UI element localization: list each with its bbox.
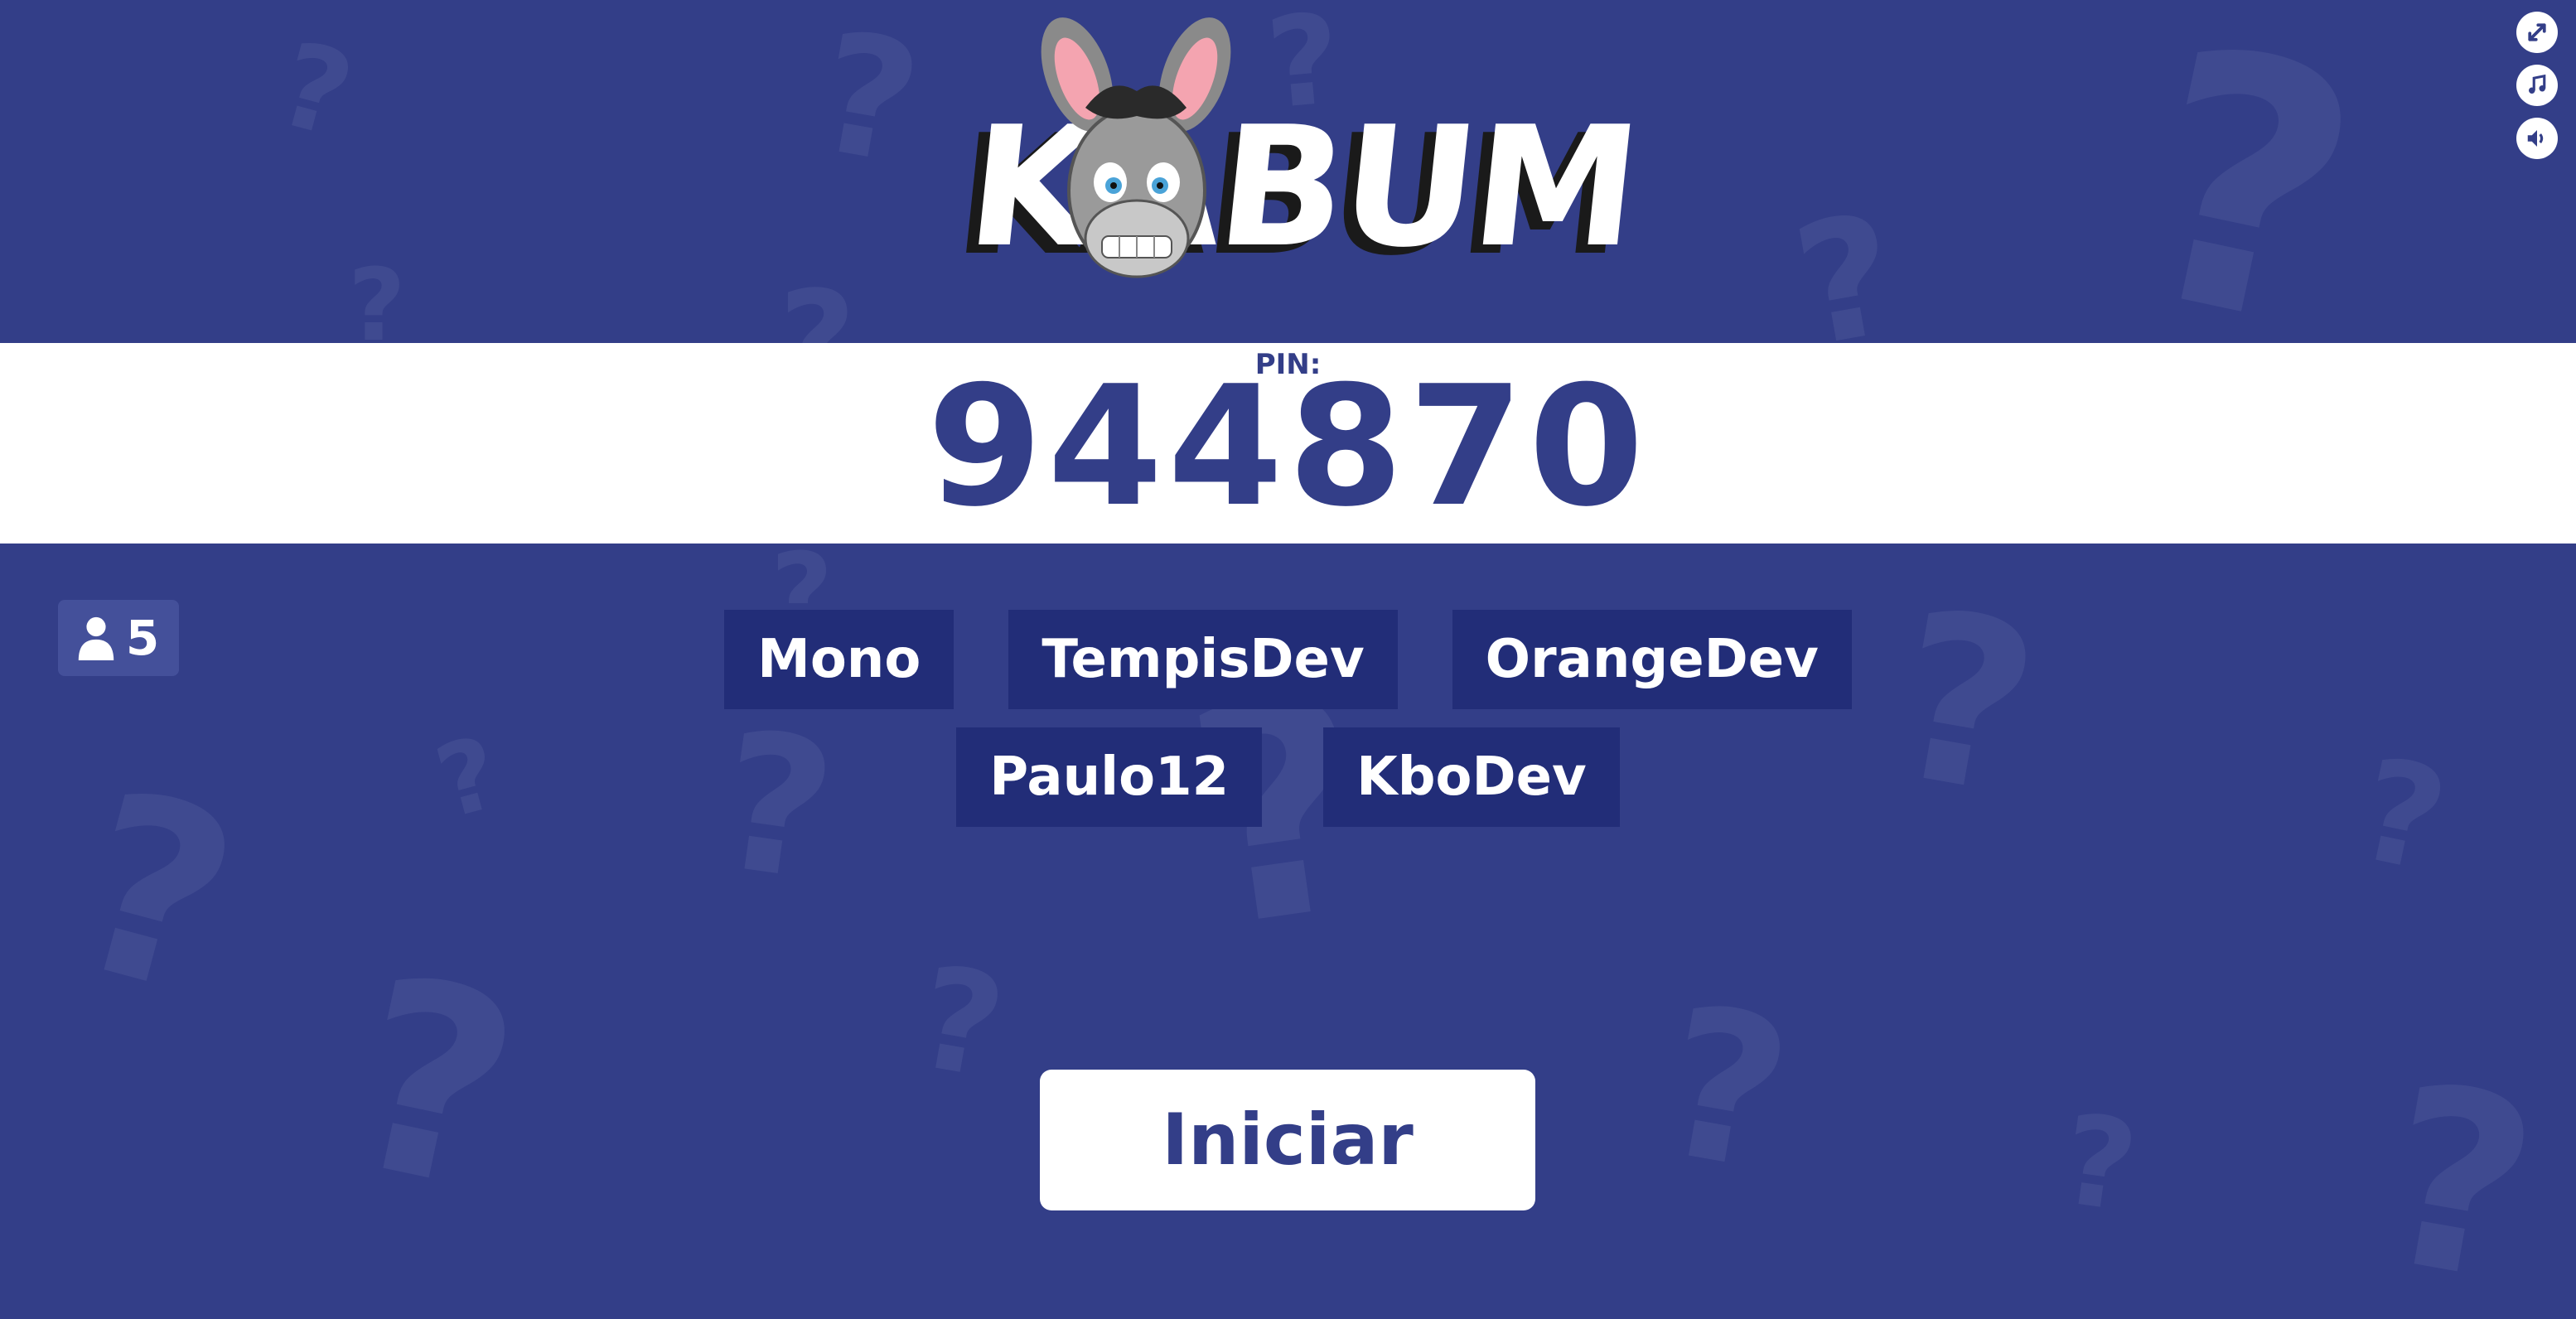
- question-mark-decoration: ?: [2362, 1029, 2555, 1319]
- app-logo: KABUM: [953, 17, 1646, 290]
- volume-button[interactable]: [2516, 118, 2558, 159]
- player-list: Mono TempisDev OrangeDev Paulo12 KboDev: [0, 610, 2576, 827]
- music-icon: [2529, 74, 2546, 94]
- question-mark-decoration: ?: [1645, 959, 1806, 1219]
- question-mark-decoration: ?: [2105, 0, 2388, 409]
- question-mark-decoration: ?: [326, 918, 541, 1253]
- player-tag: KboDev: [1323, 727, 1620, 827]
- player-tag: Paulo12: [956, 727, 1263, 827]
- pin-banner: PIN: 944870: [0, 343, 2576, 544]
- player-row: Paulo12 KboDev: [956, 727, 1620, 827]
- player-row: Mono TempisDev OrangeDev: [724, 610, 1852, 709]
- question-mark-decoration: ?: [804, 0, 933, 203]
- player-tag: TempisDev: [1008, 610, 1398, 709]
- player-tag: OrangeDev: [1452, 610, 1852, 709]
- window-controls: [2516, 12, 2558, 159]
- donkey-mascot-icon: [1041, 17, 1231, 278]
- player-tag: Mono: [724, 610, 955, 709]
- question-mark-decoration: ?: [906, 935, 1016, 1112]
- question-mark-decoration: ?: [348, 249, 406, 364]
- start-button[interactable]: Iniciar: [1040, 1070, 1535, 1210]
- volume-icon: [2527, 130, 2544, 147]
- question-mark-decoration: ?: [265, 17, 366, 165]
- music-button[interactable]: [2516, 65, 2558, 106]
- question-mark-decoration: ?: [2053, 1087, 2145, 1241]
- fullscreen-icon: [2528, 23, 2546, 41]
- pin-value: 944870: [927, 350, 1649, 544]
- fullscreen-button[interactable]: [2516, 12, 2558, 53]
